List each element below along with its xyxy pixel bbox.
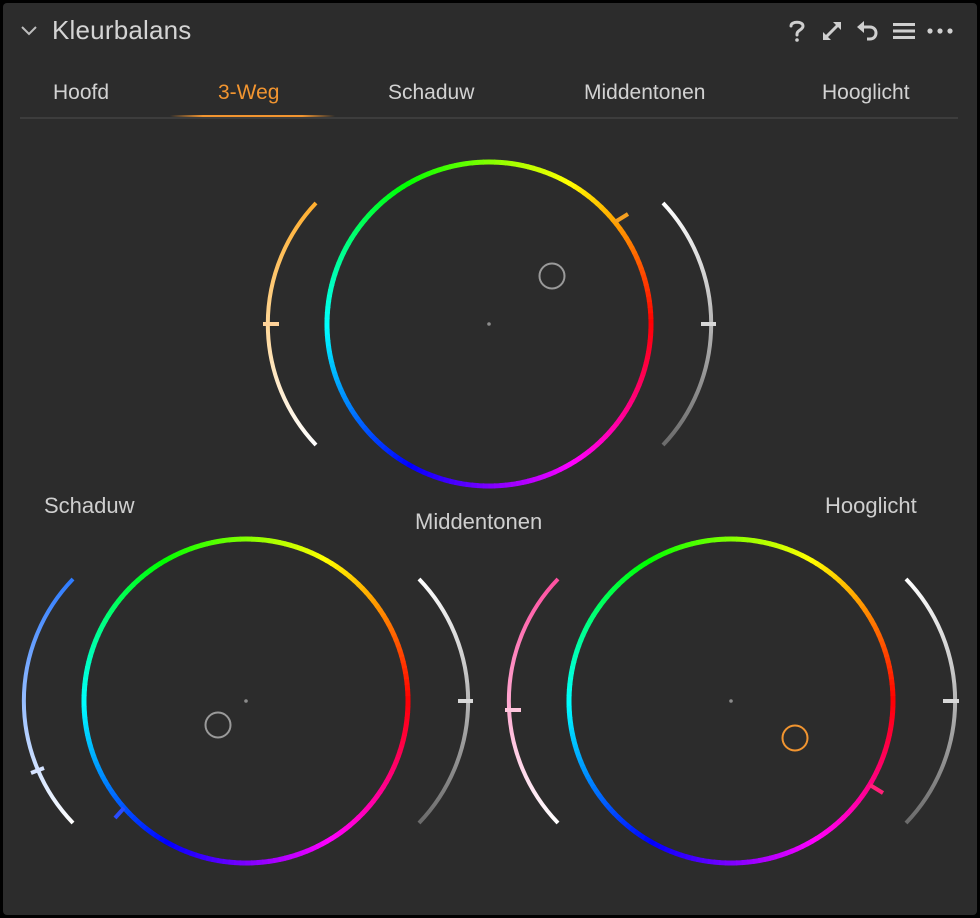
midtones-puck[interactable]	[538, 262, 566, 290]
highlights-puck[interactable]	[781, 724, 809, 752]
shadows-saturation-slider[interactable]	[21, 577, 75, 825]
highlights-hue-marker	[868, 783, 885, 795]
color-wheels	[21, 159, 959, 866]
shadows-puck[interactable]	[204, 711, 232, 739]
shadows-center-dot	[244, 699, 248, 703]
color-balance-panel: Kleurbalans Hoofd 3-Weg Schaduw Middento…	[3, 3, 977, 915]
shadows-saturation-handle[interactable]	[30, 766, 45, 775]
shadows-hue-marker	[113, 806, 126, 820]
midtones-center-dot	[487, 322, 491, 326]
highlights-saturation-slider[interactable]	[506, 577, 560, 825]
highlights-center-dot	[729, 699, 733, 703]
midtones-hue-marker	[613, 212, 630, 224]
